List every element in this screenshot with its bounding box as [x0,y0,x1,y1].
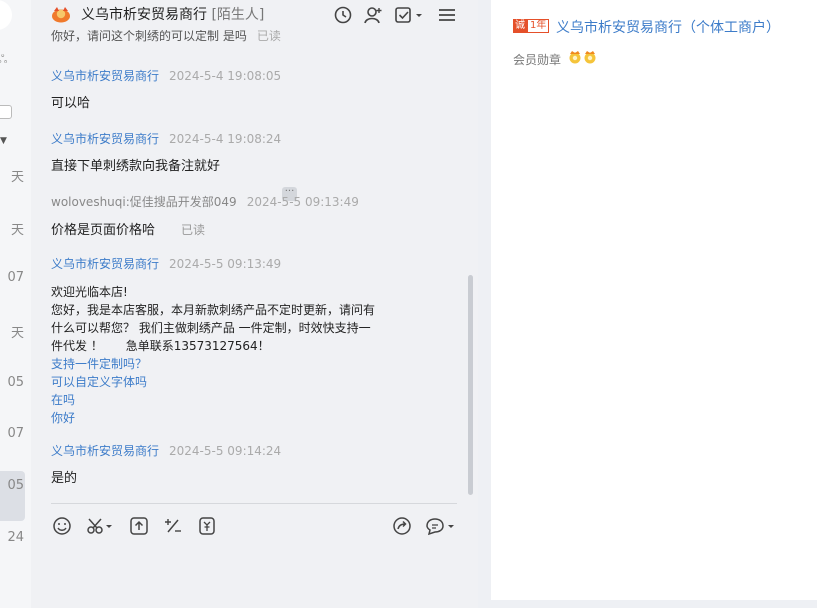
filter-checkbox[interactable] [0,105,12,119]
conversation-time: 天 [10,223,24,238]
shop-logo-icon [52,7,70,23]
sender-name[interactable]: 义乌市析安贸易商行 [51,132,159,146]
message-line: 件代发 ！ 急单联系13573127564！ [51,339,270,353]
medal-list [568,50,597,64]
shop-info-panel: 诚 1年 义乌市析安贸易商行（个体工商户） 会员勋章 [491,0,817,600]
message-time: 2024-5-5 09:14:24 [169,444,282,458]
medal-icon [584,51,596,64]
sender-name[interactable]: woloveshuqi:促佳搜品开发部049 [51,195,237,209]
read-status: 已读 [256,30,281,43]
conversation-time: 天 [10,326,24,341]
message-text: 价格是页面价格哈 [51,223,156,238]
sender-name[interactable]: 义乌市析安贸易商行 [51,69,159,83]
contact-tag: [陌生人] [211,7,265,23]
conversation-time: 24 [7,530,24,545]
menu-icon[interactable] [436,4,458,26]
quick-question-link[interactable]: 支持一件定制吗？ [51,355,375,373]
message-list: 你好，请问这个刺绣的可以定制 是吗 已读 义乌市析安贸易商行 2024-5-4 19… [31,30,478,500]
conversation-time: 07 [7,426,24,441]
group-icon[interactable]: ஃ [0,52,7,68]
refresh-icon[interactable] [332,4,354,26]
badge-label: 诚 [513,19,527,33]
message-item: 义乌市析安贸易商行 2024-5-4 19:08:24 直接下单刺绣款向我备注就好 [51,130,281,176]
badge-years: 1年 [527,19,550,33]
quick-question-link[interactable]: 你好 [51,409,375,427]
read-status: 已读 [181,223,206,237]
message-time: 2024-5-4 19:08:05 [169,69,282,83]
message-time: 2024-5-5 09:13:49 [169,257,282,271]
message-item: 义乌市析安贸易商行 2024-5-4 19:08:05 可以哈 [51,67,281,113]
message-time: 2024-5-4 19:08:24 [169,132,282,146]
contact-name: 义乌市析安贸易商行 [81,7,207,23]
search-pill[interactable] [0,0,12,30]
message-line: 什么可以帮您？ 我们主做刺绣产品 一件定制，时效快支持一 [51,321,371,335]
credit-badge: 诚 1年 [513,19,550,33]
quick-question-link[interactable]: 在吗 [51,391,375,409]
message-text: 是的 [51,471,78,486]
chat-header: 义乌市析安贸易商行 [陌生人] [31,0,478,30]
sender-name[interactable]: 义乌市析安贸易商行 [51,444,159,458]
share-icon[interactable] [391,515,413,537]
message-time: 2024-5-5 09:13:49 [246,195,359,209]
medal-label: 会员勋章 [513,53,562,67]
medal-icon [569,51,581,64]
message-text: 你好，请问这个刺绣的可以定制 是吗 [51,30,247,43]
chat-panel: 义乌市析安贸易商行 [陌生人] 你好，请问这个刺绣的可以定制 是吗 已读 义乌市析… [31,0,478,608]
chevron-down-icon[interactable]: ▼ [0,136,7,146]
message-text: 可以哈 [51,96,91,111]
message-text: 直接下单刺绣款向我备注就好 [51,159,221,174]
sender-name[interactable]: 义乌市析安贸易商行 [51,257,159,271]
input-divider [51,503,457,504]
message-cut-off: 你好，请问这个刺绣的可以定制 是吗 已读 [51,30,281,44]
message-item: 义乌市析安贸易商行 2024-5-5 09:13:49 欢迎光临本店! 您好，我是… [51,255,375,427]
message-line: 您好，我是本店客服，本月新款刺绣产品不定时更新，请问有 [51,303,376,317]
scrollbar[interactable] [468,275,473,495]
discount-icon[interactable] [162,515,184,537]
user-icon[interactable] [362,4,384,26]
conversation-time: 05 [7,478,24,493]
message-line: 欢迎光临本店! [51,285,128,299]
chat-title: 义乌市析安贸易商行 [陌生人] [81,4,264,24]
shop-name-link[interactable]: 义乌市析安贸易商行（个体工商户） [556,17,780,37]
message-item: woloveshuqi:促佳搜品开发部049 2024-5-5 09:13:49 … [51,193,359,240]
coupon-icon[interactable] [196,515,218,537]
task-check-icon[interactable] [393,4,423,26]
conversation-time: 天 [10,170,24,185]
conversation-time: 07 [7,270,24,285]
quick-reply-icon[interactable] [424,515,456,537]
message-item: 义乌市析安贸易商行 2024-5-5 09:14:24 是的 [51,442,281,488]
upload-icon[interactable] [128,515,150,537]
conversation-list-edge: ஃ ▼ 天 天 07 天 05 07 05 24 [0,0,31,608]
conversation-time: 05 [7,375,24,390]
quick-question-link[interactable]: 可以自定义字体吗 [51,373,375,391]
emoji-icon[interactable] [51,515,73,537]
scissors-icon[interactable] [85,515,115,537]
